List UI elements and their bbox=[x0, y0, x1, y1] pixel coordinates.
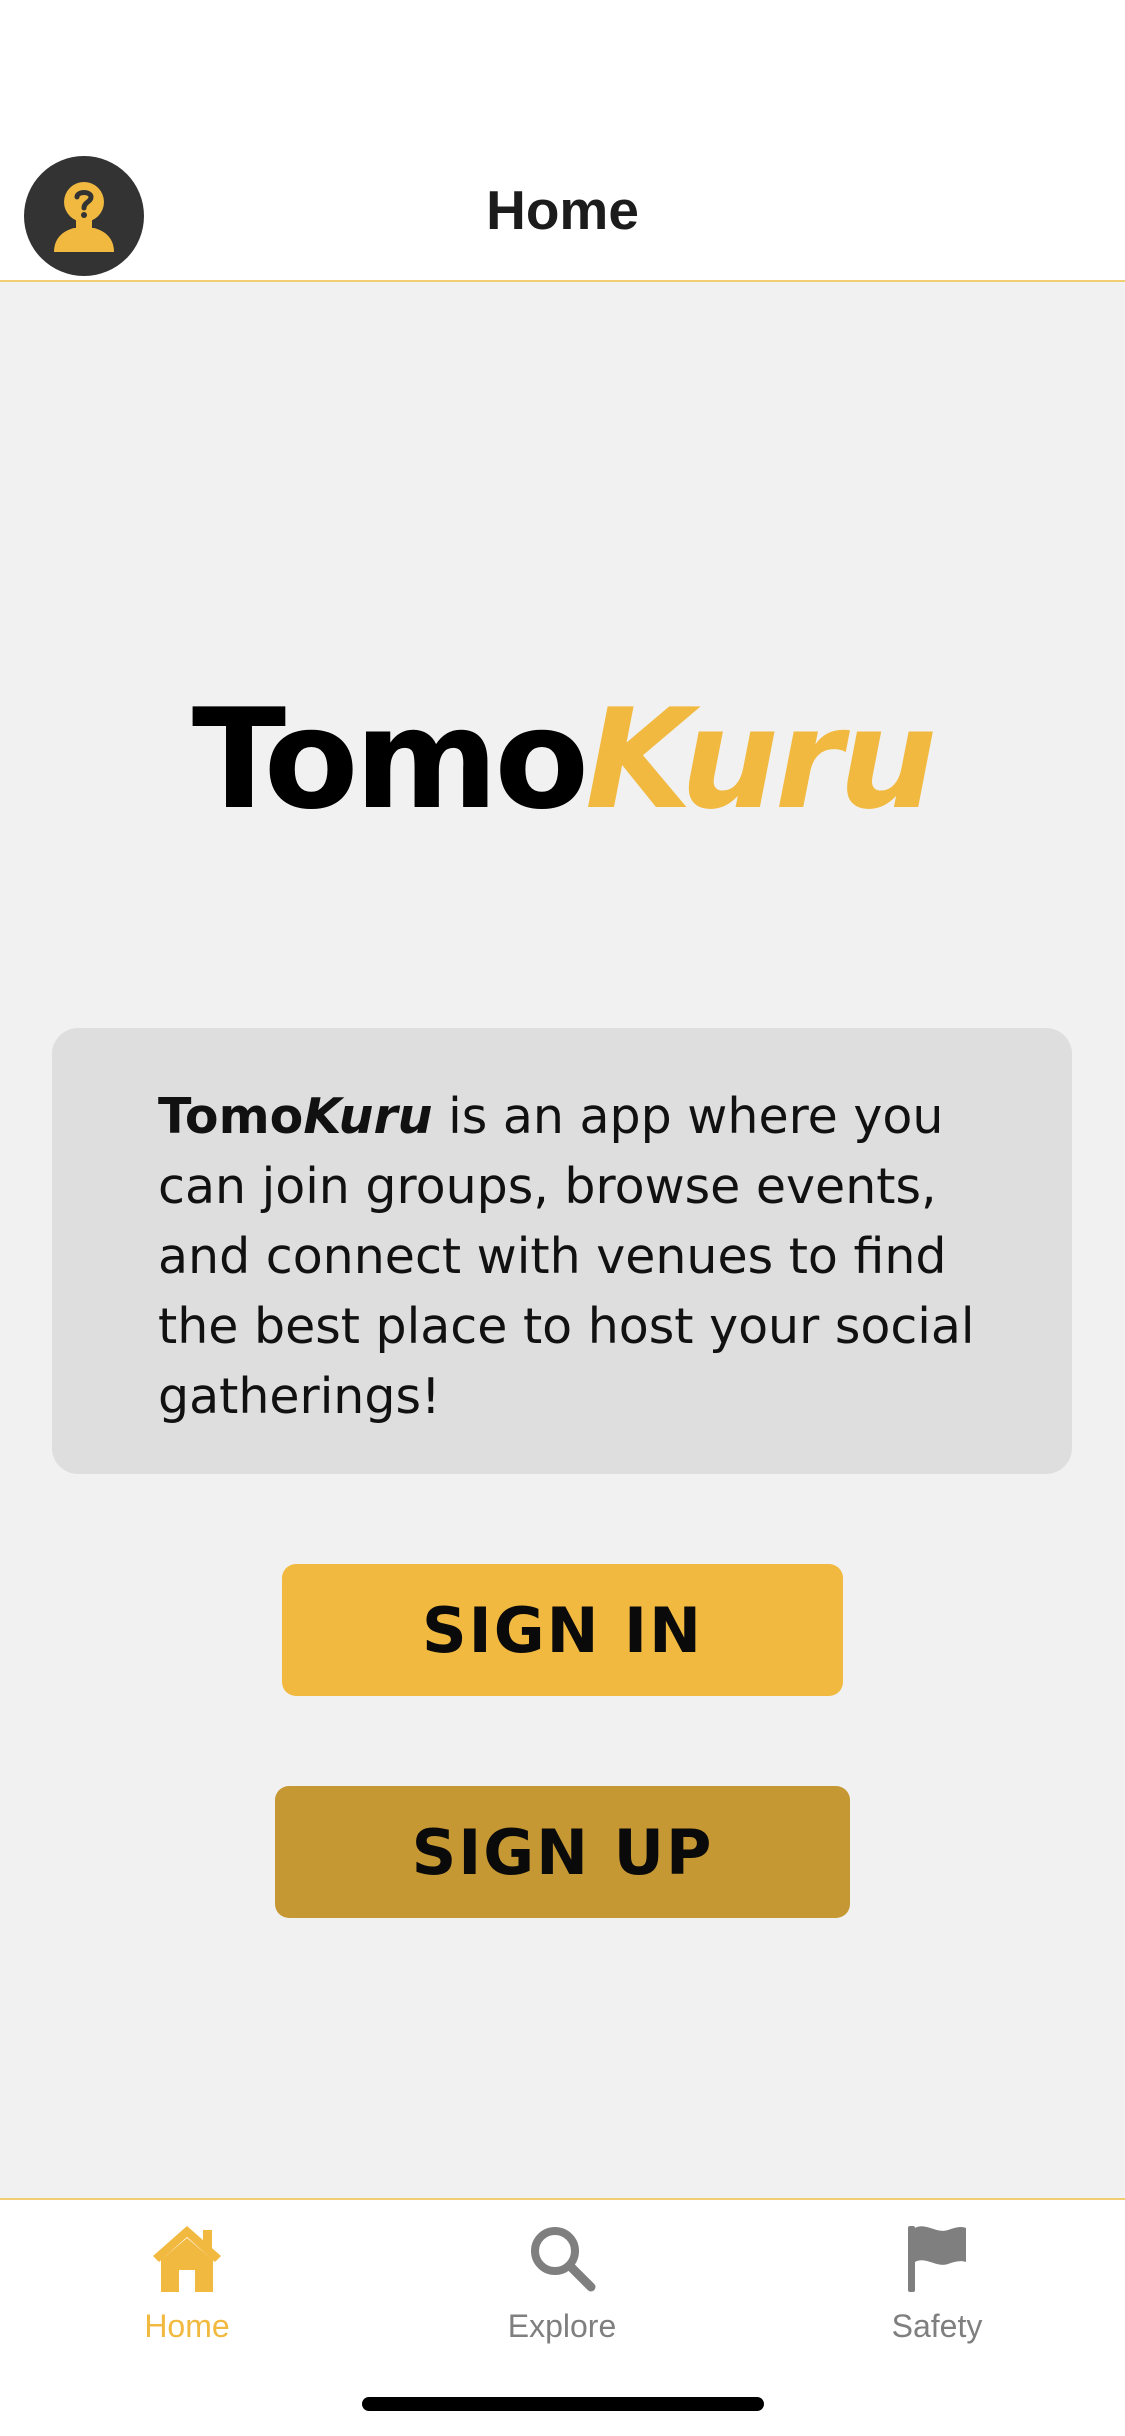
tab-explore[interactable]: Explore bbox=[462, 2218, 662, 2368]
home-icon bbox=[147, 2218, 227, 2298]
description-brand-tomo: Tomo bbox=[158, 1088, 304, 1145]
home-indicator[interactable] bbox=[362, 2397, 764, 2411]
page-title: Home bbox=[486, 179, 639, 241]
logo-part-kuru: Kuru bbox=[585, 679, 937, 840]
app-description: TomoKuru is an app where you can join gr… bbox=[158, 1082, 1002, 1432]
sign-in-button[interactable]: SIGN IN bbox=[282, 1564, 843, 1696]
sign-up-button[interactable]: SIGN UP bbox=[275, 1786, 850, 1918]
logo-part-tomo: Tomo bbox=[191, 679, 589, 840]
app-description-card: TomoKuru is an app where you can join gr… bbox=[52, 1028, 1072, 1474]
search-icon bbox=[522, 2218, 602, 2298]
tab-home-label: Home bbox=[144, 2308, 230, 2344]
tab-home[interactable]: Home bbox=[87, 2218, 287, 2368]
description-brand-kuru: Kuru bbox=[303, 1088, 433, 1145]
tab-explore-label: Explore bbox=[507, 2308, 617, 2344]
top-nav-bar: Home bbox=[0, 0, 1125, 282]
flag-icon bbox=[897, 2218, 977, 2298]
tab-safety-label: Safety bbox=[891, 2308, 983, 2344]
tab-safety[interactable]: Safety bbox=[837, 2218, 1037, 2368]
app-logo: TomoKuru bbox=[0, 680, 1125, 840]
